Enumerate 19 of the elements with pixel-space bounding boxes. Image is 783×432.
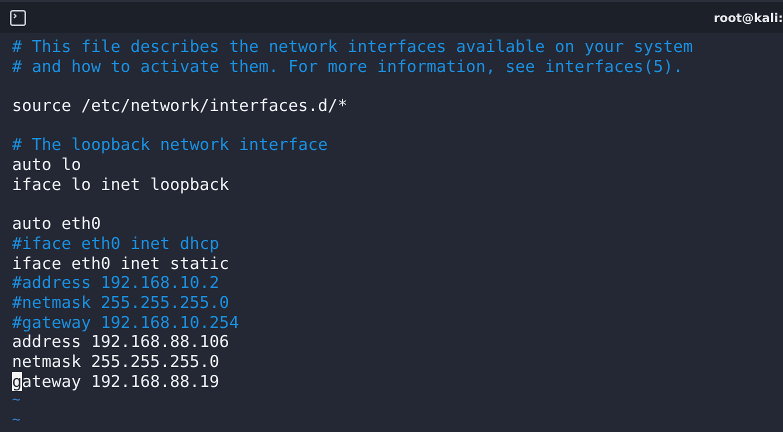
code-line: auto lo xyxy=(12,155,82,175)
code-comment: #address 192.168.10.2 xyxy=(12,273,220,293)
empty-line-marker: ~ xyxy=(12,411,20,430)
code-line: address 192.168.88.106 xyxy=(12,332,230,352)
code-comment: #gateway 192.168.10.254 xyxy=(12,312,239,332)
code-line: gateway 192.168.88.19 xyxy=(12,372,220,392)
code-line: iface eth0 inet static xyxy=(12,254,230,274)
code-line: auto eth0 xyxy=(12,214,101,234)
empty-line-marker: ~ xyxy=(12,391,20,410)
code-comment: #iface eth0 inet dhcp xyxy=(12,234,220,254)
code-line: source /etc/network/interfaces.d/* xyxy=(12,96,348,116)
window-title: root@kali: xyxy=(714,10,783,24)
code-comment: # This file describes the network interfaces available on your system xyxy=(12,37,693,57)
code-comment: #netmask 255.255.255.0 xyxy=(12,292,230,313)
terminal-icon[interactable] xyxy=(10,10,26,26)
code-comment: # and how to activate them. For more information, see interfaces(5). xyxy=(12,56,684,76)
code-line: iface lo inet loopback xyxy=(12,174,230,194)
code-comment: # The loopback network interface xyxy=(12,135,328,156)
code-line: netmask 255.255.255.0 xyxy=(12,352,220,372)
